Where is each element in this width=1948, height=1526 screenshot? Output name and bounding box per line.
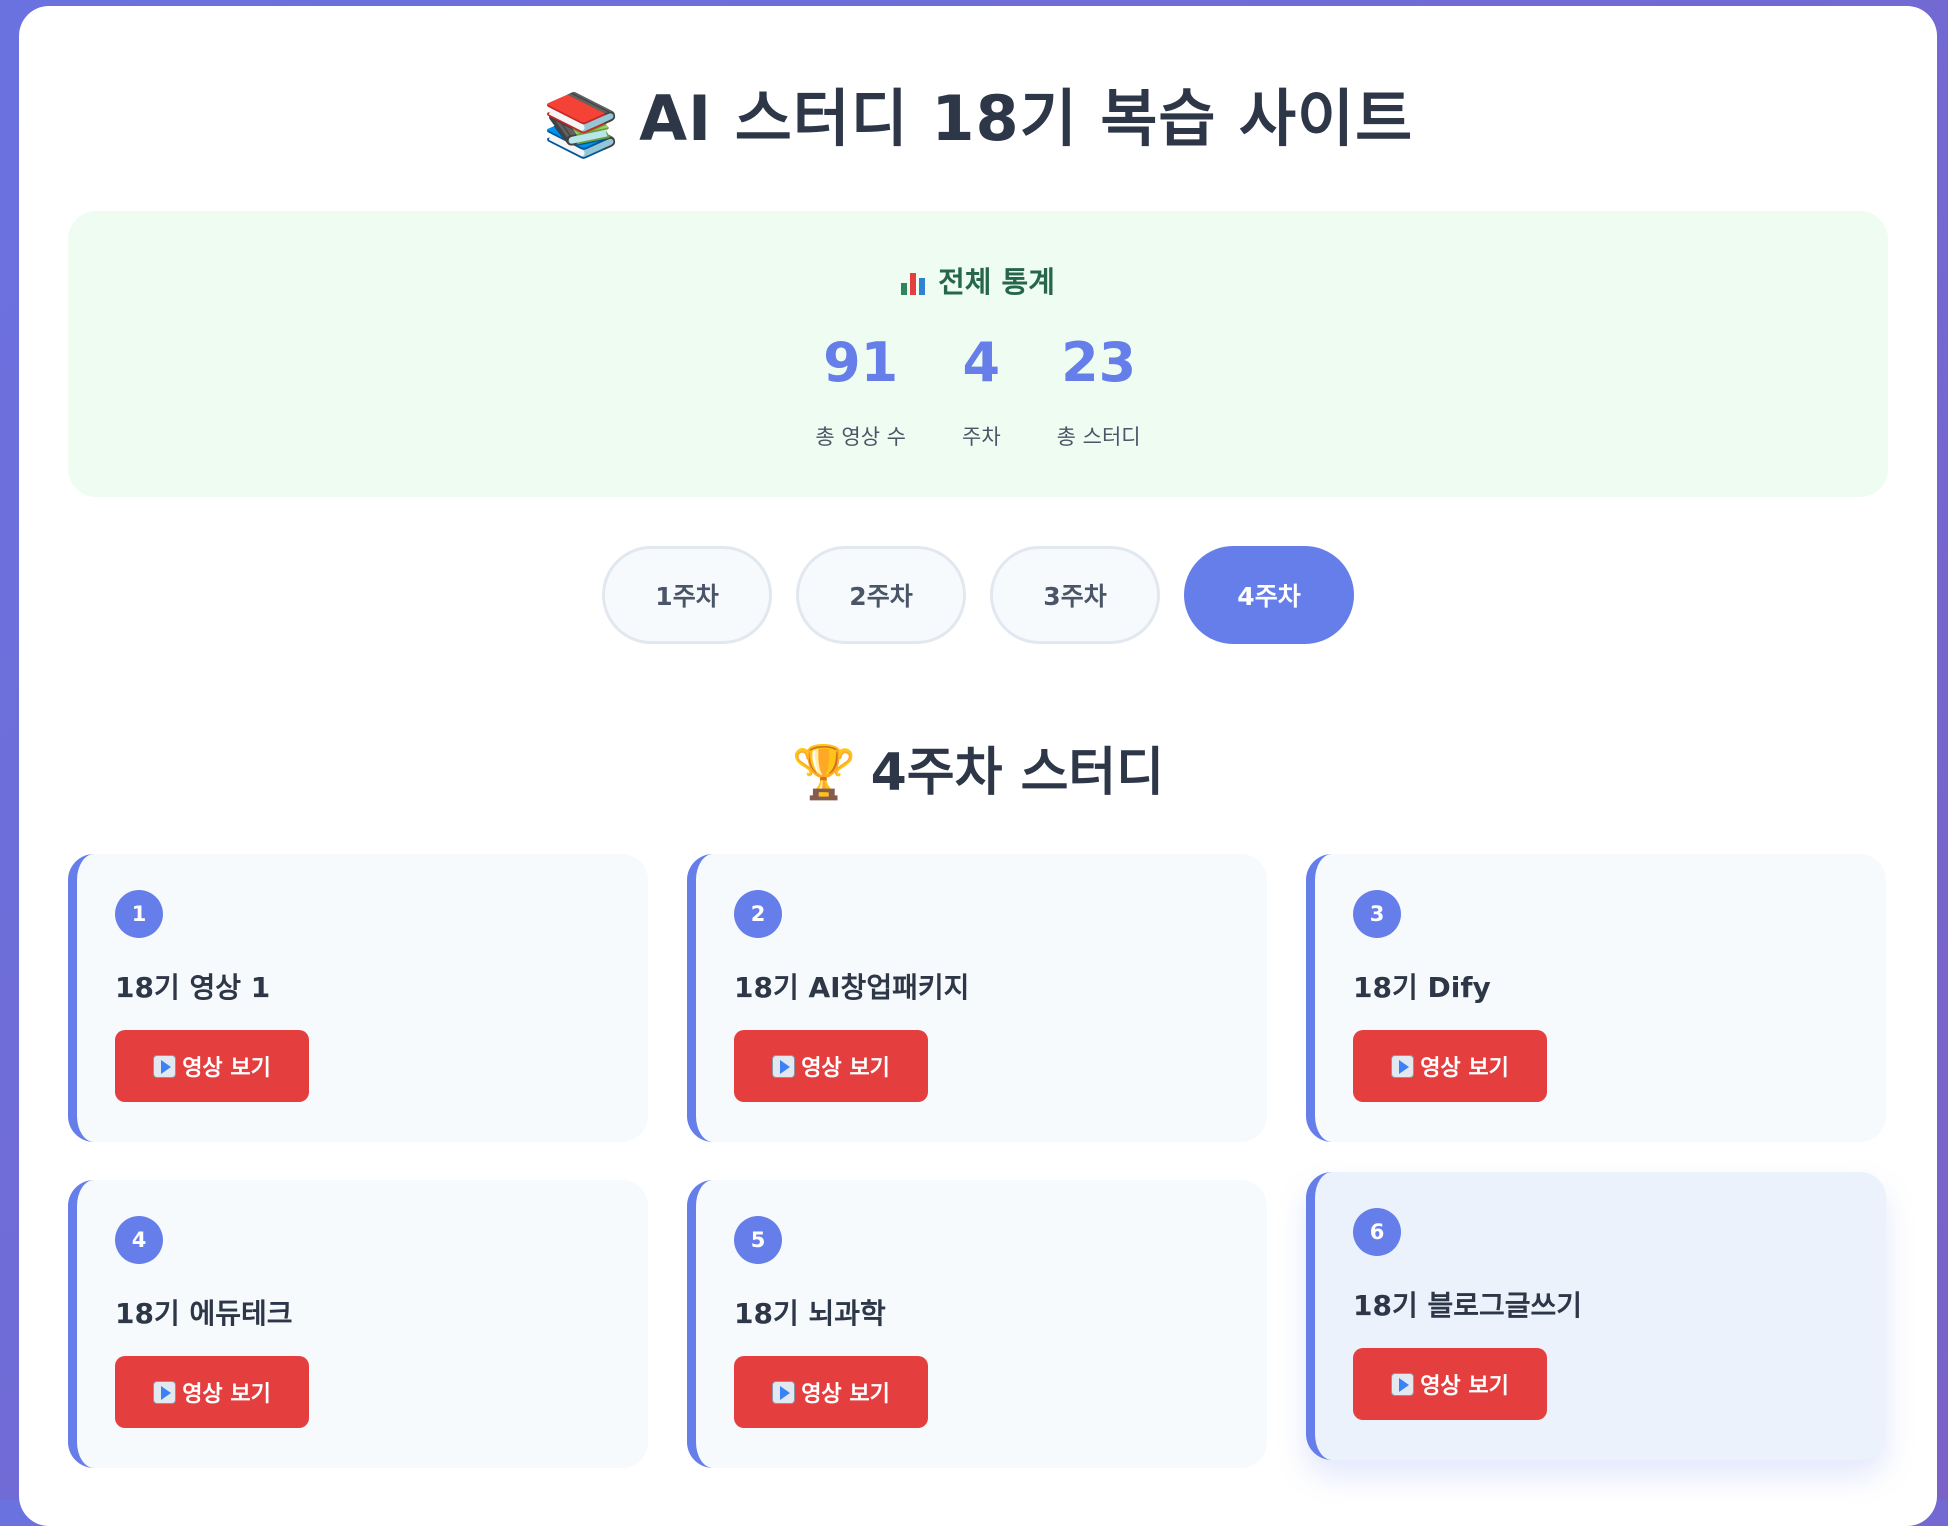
stats-row: 91 총 영상 수 4 주차 23 총 스터디 — [68, 331, 1888, 451]
stat-weeks-label: 주차 — [962, 425, 1001, 449]
tab-week-2[interactable]: 2주차 — [796, 546, 966, 644]
play-icon — [1391, 1372, 1415, 1396]
section-title: 🏆 4주차 스터디 — [19, 730, 1937, 805]
stat-total-studies-value: 23 — [1061, 331, 1137, 394]
page-title-text: AI 스터디 18기 복습 사이트 — [639, 82, 1414, 155]
card-title: 18기 에듀테크 — [115, 1297, 293, 1330]
card-number-badge: 6 — [1353, 1208, 1401, 1256]
play-icon — [772, 1054, 796, 1078]
watch-video-label: 영상 보기 — [182, 1056, 271, 1081]
card-number-badge: 2 — [734, 890, 782, 938]
card-number-badge: 5 — [734, 1216, 782, 1264]
watch-video-button[interactable]: 영상 보기 — [734, 1356, 928, 1428]
watch-video-button[interactable]: 영상 보기 — [1353, 1348, 1547, 1420]
card-title: 18기 Dify — [1353, 971, 1491, 1004]
card-title: 18기 뇌과학 — [734, 1297, 886, 1330]
study-card: 4 18기 에듀테크 영상 보기 — [68, 1180, 648, 1468]
tab-week-3[interactable]: 3주차 — [990, 546, 1160, 644]
week-tabs: 1주차 2주차 3주차 4주차 — [19, 546, 1937, 644]
play-icon — [772, 1380, 796, 1404]
study-card: 5 18기 뇌과학 영상 보기 — [687, 1180, 1267, 1468]
stats-panel: 전체 통계 91 총 영상 수 4 주차 23 총 스터디 — [68, 211, 1888, 497]
watch-video-label: 영상 보기 — [182, 1382, 271, 1407]
watch-video-button[interactable]: 영상 보기 — [1353, 1030, 1547, 1102]
watch-video-label: 영상 보기 — [1420, 1056, 1509, 1081]
watch-video-button[interactable]: 영상 보기 — [734, 1030, 928, 1102]
stat-total-videos: 91 총 영상 수 — [815, 331, 906, 451]
study-card: 1 18기 영상 1 영상 보기 — [68, 854, 648, 1142]
play-icon — [1391, 1054, 1415, 1078]
card-title: 18기 AI창업패키지 — [734, 971, 970, 1004]
card-number-badge: 1 — [115, 890, 163, 938]
card-number-badge: 4 — [115, 1216, 163, 1264]
stats-title: 전체 통계 — [68, 259, 1888, 301]
play-icon — [153, 1054, 177, 1078]
tab-week-1[interactable]: 1주차 — [602, 546, 772, 644]
stat-total-videos-value: 91 — [823, 331, 899, 394]
trophy-icon: 🏆 — [791, 743, 857, 803]
stat-total-studies-label: 총 스터디 — [1056, 425, 1141, 449]
stats-title-text: 전체 통계 — [938, 265, 1055, 299]
study-card: 3 18기 Dify 영상 보기 — [1306, 854, 1886, 1142]
books-icon: 📚 — [542, 88, 622, 161]
watch-video-label: 영상 보기 — [801, 1056, 890, 1081]
stat-total-videos-label: 총 영상 수 — [815, 425, 907, 449]
study-card: 2 18기 AI창업패키지 영상 보기 — [687, 854, 1267, 1142]
watch-video-label: 영상 보기 — [801, 1382, 890, 1407]
play-icon — [153, 1380, 177, 1404]
section-title-text: 4주차 스터디 — [870, 743, 1165, 803]
card-number-badge: 3 — [1353, 890, 1401, 938]
study-card: 6 18기 블로그글쓰기 영상 보기 — [1306, 1172, 1886, 1460]
card-title: 18기 블로그글쓰기 — [1353, 1289, 1583, 1322]
stat-weeks: 4 주차 — [962, 331, 1001, 451]
stat-weeks-value: 4 — [962, 331, 1001, 394]
watch-video-button[interactable]: 영상 보기 — [115, 1030, 309, 1102]
tab-week-4[interactable]: 4주차 — [1184, 546, 1354, 644]
bar-chart-icon — [901, 269, 926, 295]
card-title: 18기 영상 1 — [115, 971, 271, 1004]
stat-total-studies: 23 총 스터디 — [1057, 331, 1141, 451]
watch-video-label: 영상 보기 — [1420, 1374, 1509, 1399]
page-title: 📚 AI 스터디 18기 복습 사이트 — [19, 68, 1937, 162]
main-container: 📚 AI 스터디 18기 복습 사이트 전체 통계 91 총 영상 수 4 주차 … — [19, 6, 1937, 1526]
watch-video-button[interactable]: 영상 보기 — [115, 1356, 309, 1428]
